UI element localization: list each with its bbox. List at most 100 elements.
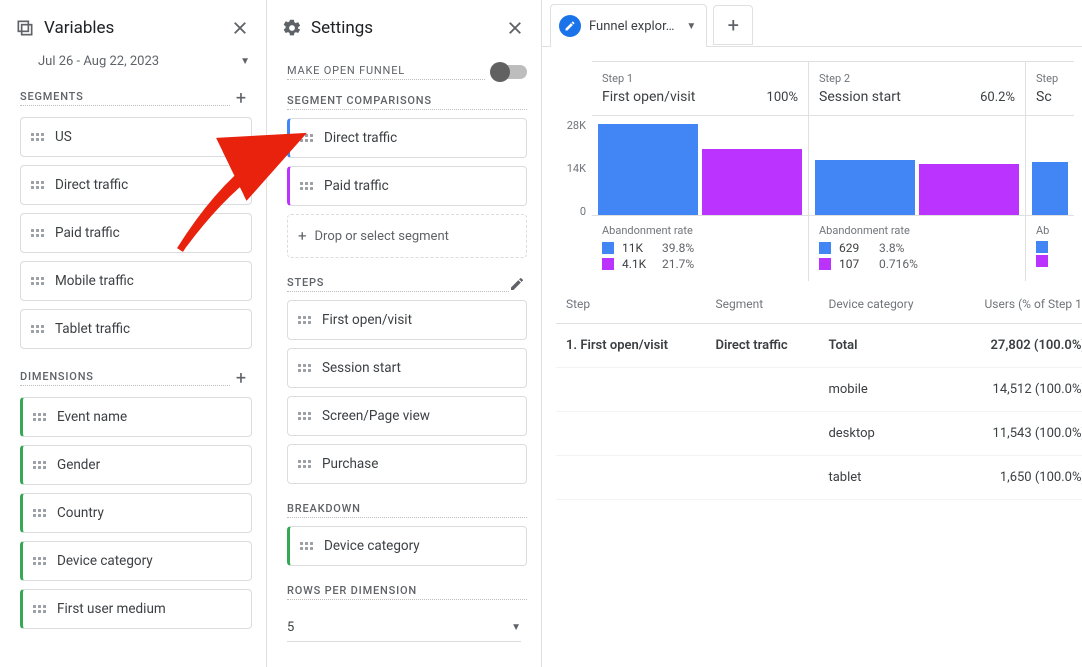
dimensions-section-header: DIMENSIONS + <box>0 363 266 395</box>
segment-chip[interactable]: Paid traffic <box>20 213 252 253</box>
step-percent: 60.2% <box>980 90 1015 105</box>
legend-swatch <box>819 242 831 254</box>
plus-icon: + <box>298 227 307 245</box>
table-cell: Total <box>818 324 947 368</box>
table-row[interactable]: desktop11,543 (100.0%) <box>556 412 1082 456</box>
y-axis: 28K14K0 <box>556 61 592 281</box>
open-funnel-toggle[interactable] <box>493 65 527 79</box>
breakdown-chip[interactable]: Device category <box>287 526 527 566</box>
open-funnel-label: MAKE OPEN FUNNEL <box>287 64 485 80</box>
abandonment-title: Ab <box>1036 224 1064 237</box>
drag-handle-icon <box>31 226 45 240</box>
chip-label: Tablet traffic <box>55 321 130 337</box>
tab-bar: Funnel explor… ▼ + <box>542 0 1082 47</box>
abandonment-block: Ab <box>1026 216 1074 277</box>
caret-down-icon: ▼ <box>511 622 521 633</box>
add-tab-button[interactable]: + <box>713 5 753 45</box>
step-number: Step 2 <box>819 72 1015 85</box>
funnel-bar[interactable] <box>815 160 915 215</box>
chip-label: Paid traffic <box>324 178 389 194</box>
chip-label: Mobile traffic <box>55 273 134 289</box>
add-segment-button[interactable]: + <box>230 87 252 109</box>
dimension-chip[interactable]: Country <box>20 493 252 533</box>
funnel-step-column: Step 1First open/visit100% Abandonment ra… <box>592 61 809 281</box>
step-bars <box>592 116 808 216</box>
funnel-bar[interactable] <box>598 124 698 215</box>
segment-comparison-chip[interactable]: Direct traffic <box>287 118 527 158</box>
abandonment-count: 629 <box>839 241 871 255</box>
drop-segment-zone[interactable]: + Drop or select segment <box>287 214 527 258</box>
funnel-bar[interactable] <box>702 149 802 216</box>
steps-label: STEPS <box>287 276 509 292</box>
segment-comparison-chip[interactable]: Paid traffic <box>287 166 527 206</box>
dimension-chip[interactable]: Device category <box>20 541 252 581</box>
chip-label: Paid traffic <box>55 225 120 241</box>
dimension-chip[interactable]: Gender <box>20 445 252 485</box>
abandonment-block: Abandonment rate11K39.8%4.1K21.7% <box>592 216 808 281</box>
steps-header: STEPS <box>267 272 541 298</box>
table-header: Users (% of Step 1) <box>947 285 1082 324</box>
funnel-bar[interactable] <box>919 164 1019 215</box>
step-chip[interactable]: First open/visit <box>287 300 527 340</box>
legend-swatch <box>602 242 614 254</box>
pencil-icon[interactable] <box>509 276 527 292</box>
funnel-chart: 28K14K0 Step 1First open/visit100% Abando… <box>542 47 1082 281</box>
table-header: Step <box>556 285 705 324</box>
table-header: Segment <box>705 285 818 324</box>
segments-label: SEGMENTS <box>20 90 230 106</box>
chip-label: US <box>55 129 72 145</box>
chip-label: Country <box>57 505 104 521</box>
y-tick: 0 <box>580 205 586 248</box>
breakdown-header: BREAKDOWN <box>267 498 541 524</box>
funnel-step-column: StepScAb <box>1026 61 1074 281</box>
table-cell <box>556 368 705 412</box>
drag-handle-icon <box>298 409 312 423</box>
step-header: Step 1First open/visit100% <box>592 61 808 116</box>
step-name: Session start <box>819 89 901 105</box>
chip-label: Purchase <box>322 456 378 472</box>
segment-chip[interactable]: Direct traffic <box>20 165 252 205</box>
abandonment-row: 4.1K21.7% <box>602 257 798 271</box>
table-row[interactable]: tablet1,650 (100.0%) <box>556 456 1082 500</box>
drag-handle-icon <box>300 179 314 193</box>
abandonment-rate: 0.716% <box>879 257 918 271</box>
step-bars <box>809 116 1025 216</box>
segment-comparisons-header: SEGMENT COMPARISONS <box>267 90 541 116</box>
drag-handle-icon <box>31 322 45 336</box>
close-icon[interactable] <box>503 16 527 40</box>
chip-label: Device category <box>324 538 420 554</box>
table-row[interactable]: 1. First open/visitDirect trafficTotal27… <box>556 324 1082 368</box>
variables-panel: Variables Jul 26 - Aug 22, 2023 ▼ SEGMEN… <box>0 0 267 667</box>
segment-chip[interactable]: US <box>20 117 252 157</box>
y-tick: 14K <box>567 162 586 205</box>
table-row[interactable]: mobile14,512 (100.0%) <box>556 368 1082 412</box>
close-icon[interactable] <box>228 16 252 40</box>
funnel-bar[interactable] <box>1032 162 1068 215</box>
legend-swatch <box>819 258 831 270</box>
segment-chip[interactable]: Mobile traffic <box>20 261 252 301</box>
funnel-table: StepSegmentDevice categoryUsers (% of St… <box>556 285 1082 500</box>
variables-header: Variables <box>0 0 266 54</box>
rows-label: ROWS PER DIMENSION <box>287 584 527 600</box>
add-dimension-button[interactable]: + <box>230 367 252 389</box>
step-chip[interactable]: Session start <box>287 348 527 388</box>
tab-funnel-exploration[interactable]: Funnel explor… ▼ <box>550 4 707 47</box>
chip-label: Device category <box>57 553 153 569</box>
dimension-chip[interactable]: First user medium <box>20 589 252 629</box>
drop-zone-label: Drop or select segment <box>315 229 449 244</box>
settings-title: Settings <box>311 18 503 38</box>
chip-label: Screen/Page view <box>322 408 430 424</box>
step-chip[interactable]: Purchase <box>287 444 527 484</box>
segments-section-header: SEGMENTS + <box>0 83 266 115</box>
segment-chip[interactable]: Tablet traffic <box>20 309 252 349</box>
table-cell <box>556 412 705 456</box>
date-range-picker[interactable]: Jul 26 - Aug 22, 2023 ▼ <box>0 54 266 83</box>
rows-per-dimension-select[interactable]: 5 ▼ <box>287 612 521 642</box>
breakdown-label: BREAKDOWN <box>287 502 527 518</box>
drag-handle-icon <box>33 506 47 520</box>
drag-handle-icon <box>31 178 45 192</box>
step-chip[interactable]: Screen/Page view <box>287 396 527 436</box>
drag-handle-icon <box>31 274 45 288</box>
table-cell: 1. First open/visit <box>556 324 705 368</box>
dimension-chip[interactable]: Event name <box>20 397 252 437</box>
